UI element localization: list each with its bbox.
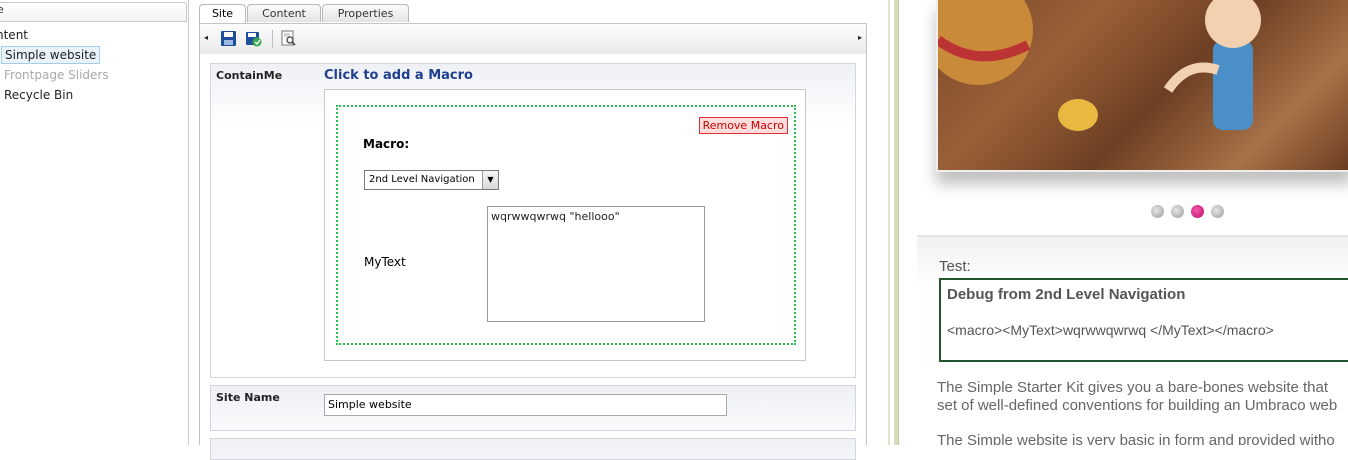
tab-content[interactable]: Content [247,4,321,22]
save-publish-icon[interactable] [245,30,262,47]
slider-dot-1[interactable] [1151,205,1164,218]
chevron-down-icon[interactable]: ▼ [482,171,498,189]
intro-paragraph-line-2: set of well-defined conventions for buil… [937,397,1338,414]
property-label-site-name: Site Name [216,391,280,404]
macro-select-value: 2nd Level Navigation [369,174,475,185]
debug-body: <macro><MyText>wqrwwqwrwq </MyText></mac… [947,322,1274,338]
property-site-name: Site Name Simple website [210,385,856,431]
second-paragraph-line-1: The Simple website is very basic in form… [937,432,1335,445]
editor-content-area: ContainMe Click to add a Macro Remove Ma… [199,54,867,460]
preview-icon[interactable] [280,30,297,47]
macro-editor: Remove Macro Macro: 2nd Level Navigation… [336,105,796,345]
editor-toolbar: ◂ ▸ [199,23,867,55]
tree-item-simple-website[interactable]: Simple website [1,46,101,64]
debug-box: Debug from 2nd Level Navigation <macro><… [939,278,1348,362]
tree-item-frontpage-sliders[interactable]: Frontpage Sliders [4,68,109,82]
site-name-input[interactable]: Simple website [324,394,727,416]
tab-properties[interactable]: Properties [322,4,409,22]
mytext-textarea[interactable]: wqrwwqwrwq "hellooo" [487,206,705,322]
tree-item-content-root[interactable]: ntent [0,28,28,42]
remove-macro-button[interactable]: Remove Macro [698,117,788,134]
test-label: Test: [939,258,971,275]
intro-paragraph-line-1: The Simple Starter Kit gives you a bare-… [937,379,1329,396]
property-label-containme: ContainMe [216,69,283,82]
toolbar-scroll-left-icon[interactable]: ◂ [204,33,208,42]
panel-splitter[interactable] [886,0,899,445]
macro-container: Remove Macro Macro: 2nd Level Navigation… [324,89,806,361]
macro-select[interactable]: 2nd Level Navigation ▼ [364,170,499,190]
site-preview-panel: Test: Debug from 2nd Level Navigation <m… [899,0,1348,445]
mytext-label: MyText [364,255,406,269]
macro-title: Macro: [363,137,410,151]
content-tree-panel: e ntent Simple website Frontpage Sliders… [0,0,189,445]
tree-header-text: e [0,3,4,16]
property-containme: ContainMe Click to add a Macro Remove Ma… [210,63,856,378]
tab-site[interactable]: Site [199,4,246,24]
editor-panel: Site Content Properties ◂ ▸ ContainMe Cl… [189,0,886,460]
slider-image [923,0,1348,172]
save-icon[interactable] [220,30,237,47]
tree-header: e [0,2,187,22]
property-next [210,438,856,460]
slider-dot-2[interactable] [1171,205,1184,218]
toolbar-scroll-right-icon[interactable]: ▸ [858,33,862,42]
preview-content: Test: Debug from 2nd Level Navigation <m… [917,235,1348,445]
slider-dot-4[interactable] [1211,205,1224,218]
toolbar-separator [272,30,273,48]
slider-dot-3[interactable] [1191,205,1204,218]
debug-title: Debug from 2nd Level Navigation [947,286,1186,303]
add-macro-link[interactable]: Click to add a Macro [324,68,473,83]
tree-item-recycle-bin[interactable]: Recycle Bin [4,88,73,102]
